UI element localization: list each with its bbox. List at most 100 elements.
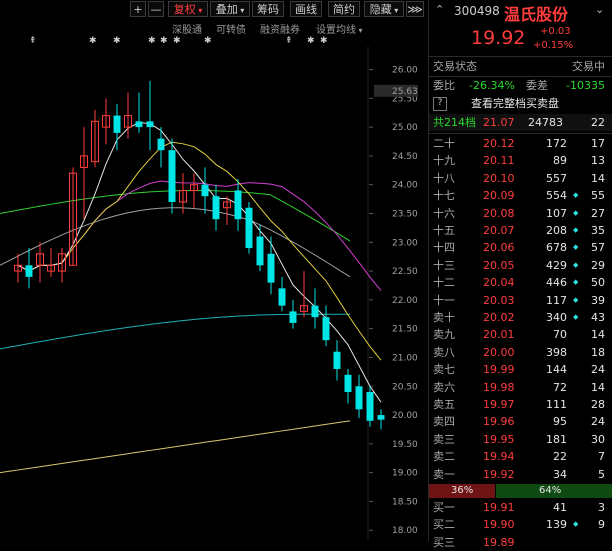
level-label: 卖十 <box>433 311 455 324</box>
level-count: 30 <box>591 432 605 446</box>
trade-status-row: 交易状态 交易中 <box>429 58 612 75</box>
view-full-depth-link[interactable]: 查看完整档买卖盘 <box>471 95 559 112</box>
event-marker-icon[interactable]: ✱ <box>173 36 181 46</box>
kline-chart-svg[interactable]: 26.0025.5025.0024.5024.0023.5023.0022.50… <box>0 46 428 541</box>
simple-mode-button[interactable]: 简约 <box>328 1 360 17</box>
price-axis-label: 21.00 <box>392 353 418 363</box>
ask-row[interactable]: 卖五19.97111◆28 <box>429 396 612 413</box>
buy-sell-ratio-bar: 36% 64% <box>429 484 612 498</box>
level-volume: 446 <box>546 276 567 290</box>
level-price: 20.06 <box>483 241 515 255</box>
event-marker-icon[interactable]: ✱ <box>320 36 328 46</box>
ask-row[interactable]: 卖三19.95181◆30 <box>429 431 612 448</box>
level-label: 买三 <box>433 535 455 549</box>
draw-line-button[interactable]: 画线 <box>290 1 322 17</box>
candle-body <box>322 317 330 341</box>
ask-row[interactable]: 十四 20.06 678 ◆ 57 <box>429 239 612 256</box>
help-icon[interactable]: ? <box>433 97 447 111</box>
price-axis-label: 19.00 <box>392 469 418 479</box>
hide-dropdown[interactable]: 隐藏 ▾ <box>364 1 404 17</box>
level-count: 39 <box>591 293 605 307</box>
price-axis-label: 22.00 <box>392 296 418 306</box>
level-volume: 139 <box>546 518 567 532</box>
ask-row[interactable]: 十七 20.09 554 ◆ 55 <box>429 187 612 204</box>
price-axis-label: 26.00 <box>392 66 418 76</box>
level-count: 14 <box>591 171 605 185</box>
level-price: 19.91 <box>483 501 515 514</box>
ask-row[interactable]: 卖九20.0170◆14 <box>429 326 612 343</box>
level-volume: 41 <box>553 501 567 514</box>
event-marker-icon[interactable]: ⇞ <box>29 36 37 46</box>
level-label: 二十 <box>433 137 455 150</box>
level-count: 43 <box>591 311 605 324</box>
event-marker-icon[interactable]: ✱ <box>160 36 168 46</box>
ask-row[interactable]: 卖六19.9872◆14 <box>429 379 612 396</box>
ask-row[interactable]: 卖十 20.02 340 ◆ 43 <box>429 309 612 326</box>
ask-row[interactable]: 十二 20.04 446 ◆ 50 <box>429 274 612 291</box>
view-full-depth-row[interactable]: ? 查看完整档买卖盘 <box>429 95 612 112</box>
bid-row[interactable]: 买一19.9141◆3 <box>429 499 612 516</box>
level-price: 20.12 <box>483 137 515 150</box>
ask-row[interactable]: 十八20.10557◆14 <box>429 170 612 187</box>
level-volume: 678 <box>546 241 567 255</box>
convertible-bond-link[interactable]: 可转债 <box>216 21 246 36</box>
stock-settings-icon[interactable]: ⌄ <box>595 3 604 16</box>
bid-row[interactable]: 买二 19.90 139 ◆ 9 <box>429 516 612 533</box>
diamond-icon: ◆ <box>573 208 579 217</box>
ask-row[interactable]: 卖一19.9234◆5 <box>429 466 612 483</box>
ask-row[interactable]: 十六 20.08 107 ◆ 27 <box>429 205 612 222</box>
level-count: 24 <box>591 415 605 429</box>
zoom-in-button[interactable]: + <box>130 1 146 17</box>
level-label: 卖四 <box>433 415 455 429</box>
level-count: 18 <box>591 345 605 359</box>
candle-body <box>245 207 253 249</box>
ma250-line <box>0 420 351 474</box>
indicator-subbar: 深股通 可转债 融资融券 设置均线 ▾ <box>0 21 428 36</box>
event-marker-icon[interactable]: ✱ <box>113 36 121 46</box>
level-label: 卖六 <box>433 380 455 394</box>
chevron-down-icon: ▾ <box>195 6 203 15</box>
ask-row[interactable]: 卖七19.99144◆24 <box>429 361 612 378</box>
ma-settings-link[interactable]: 设置均线 ▾ <box>316 21 363 36</box>
candle-body <box>201 184 209 197</box>
order-ratio-row: 委比 -26.34% 委差 -10335 <box>429 77 612 94</box>
ask-row[interactable]: 十九20.1189◆13 <box>429 152 612 169</box>
ask-row[interactable]: 卖四19.9695◆24 <box>429 413 612 430</box>
level-price: 19.90 <box>483 518 515 532</box>
ask-row[interactable]: 二十20.12172◆17 <box>429 135 612 152</box>
price-axis-label: 25.00 <box>392 123 418 133</box>
level-price: 20.00 <box>483 345 515 359</box>
adjust-label: 复权 <box>173 3 196 16</box>
level-label: 十三 <box>433 258 455 272</box>
event-marker-icon[interactable]: ⇞ <box>285 36 293 46</box>
margin-trading-link[interactable]: 融资融券 <box>260 21 300 36</box>
ask-row[interactable]: 卖二19.9422◆7 <box>429 448 612 465</box>
overlay-dropdown[interactable]: 叠加 ▾ <box>210 1 250 17</box>
ask-row[interactable]: 十三 20.05 429 ◆ 29 <box>429 257 612 274</box>
zoom-out-button[interactable]: — <box>148 1 164 17</box>
ask-row[interactable]: 十五 20.07 208 ◆ 35 <box>429 222 612 239</box>
kline-chart[interactable]: 26.00 25.50 25.00 24.50 24.00 23.50 23.00 22.50… <box>0 46 428 541</box>
hk-connect-link[interactable]: 深股通 <box>172 21 202 36</box>
event-marker-icon[interactable]: ✱ <box>307 36 315 46</box>
ask-row[interactable]: 十一 20.03 117 ◆ 39 <box>429 292 612 309</box>
level-price: 19.97 <box>483 398 515 411</box>
level-count: 13 <box>591 154 605 168</box>
level-label: 卖一 <box>433 467 455 481</box>
candle-body <box>113 115 121 133</box>
candle-body <box>278 288 286 306</box>
expand-panel-icon[interactable]: ⋙ <box>406 1 424 17</box>
collapse-icon[interactable]: ⌃ <box>435 3 444 16</box>
adjust-dropdown[interactable]: 复权 ▾ <box>168 1 208 17</box>
chips-button[interactable]: 筹码 <box>252 1 284 17</box>
event-marker-icon[interactable]: ✱ <box>89 36 97 46</box>
level-volume: 117 <box>546 293 567 307</box>
level-price: 20.02 <box>483 311 515 324</box>
ask-row[interactable]: 卖八20.00398◆18 <box>429 344 612 361</box>
level-volume: 107 <box>546 206 567 220</box>
diff-value: -10335 <box>566 79 605 92</box>
bid-row[interactable]: 买三19.89◆ <box>429 534 612 551</box>
event-marker-icon[interactable]: ✱ <box>148 36 156 46</box>
event-marker-icon[interactable]: ✱ <box>204 36 212 46</box>
chevron-down-icon: ▾ <box>356 26 363 35</box>
